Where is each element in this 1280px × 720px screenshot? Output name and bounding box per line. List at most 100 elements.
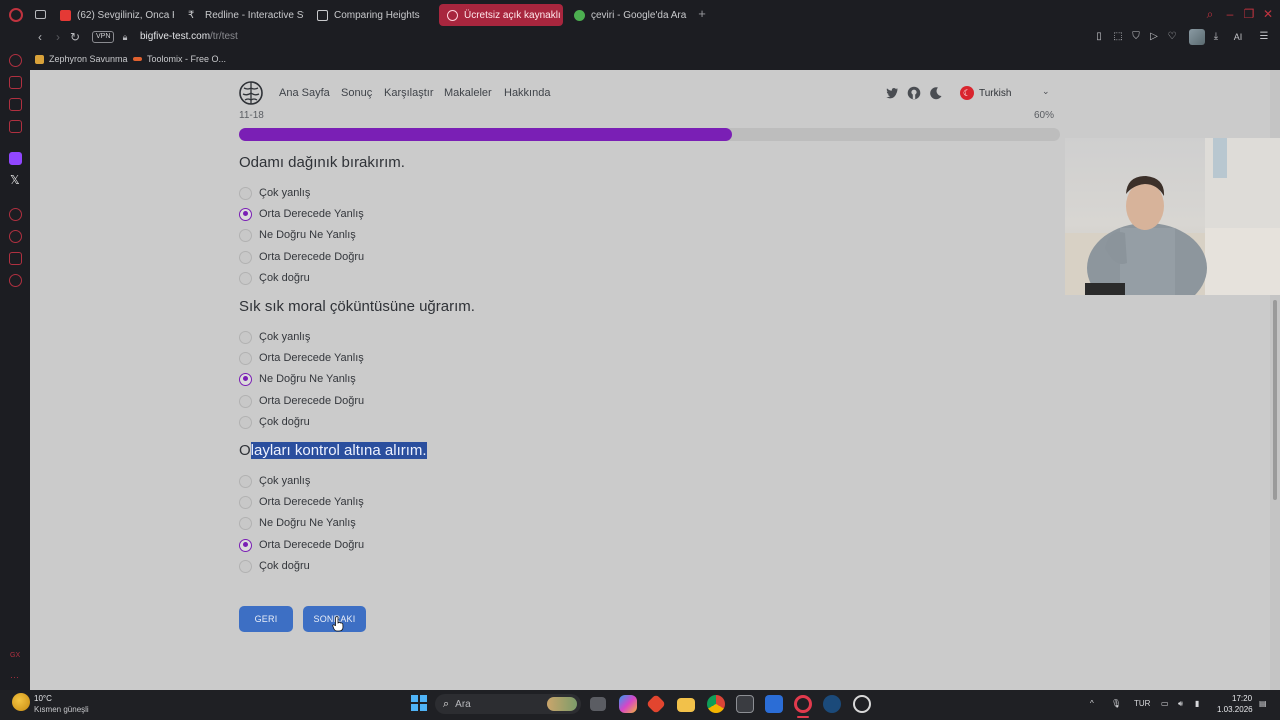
nav-articles[interactable]: Makaleler (444, 87, 492, 99)
messenger-icon[interactable] (9, 120, 22, 133)
q3-option-5[interactable]: Çok doğru (239, 558, 310, 574)
steam-icon[interactable] (823, 695, 841, 713)
task-view-icon[interactable] (590, 697, 606, 711)
chatgpt-icon[interactable] (853, 695, 871, 713)
opera-logo-icon[interactable] (9, 8, 23, 22)
q1-option-5[interactable]: Çok doğru (239, 270, 310, 286)
x-icon[interactable]: 𝕏 (10, 174, 20, 187)
bookmark-zephyron[interactable]: Zephyron Savunma (35, 54, 128, 64)
github-icon[interactable] (907, 86, 921, 100)
minimize-button[interactable]: – (1223, 7, 1237, 21)
radio-button[interactable] (239, 559, 252, 573)
nav-compare[interactable]: Karşılaştır (384, 87, 434, 99)
aria-ai-icon[interactable]: AI (1228, 31, 1248, 43)
radio-button[interactable] (239, 228, 252, 242)
nav-home[interactable]: Ana Sayfa (279, 87, 330, 99)
twitch-icon[interactable] (9, 152, 22, 165)
dark-mode-icon[interactable] (929, 86, 943, 100)
q2-option-5[interactable]: Çok doğru (239, 414, 310, 430)
q2-option-2[interactable]: Orta Derecede Yanlış (239, 350, 364, 366)
chevron-down-icon[interactable]: ⌄ (1042, 86, 1050, 97)
forward-icon[interactable]: › (51, 30, 65, 44)
back-icon[interactable]: ‹ (33, 30, 47, 44)
calculator-icon[interactable] (736, 695, 754, 713)
more-icon[interactable]: ··· (10, 672, 19, 682)
chrome-icon[interactable] (707, 695, 725, 713)
tab-overview-icon[interactable] (35, 10, 46, 19)
mail-icon[interactable] (765, 695, 783, 713)
radio-button[interactable] (239, 330, 252, 344)
q3-option-3[interactable]: Ne Doğru Ne Yanlış (239, 515, 356, 531)
maximize-button[interactable]: ❐ (1242, 7, 1256, 21)
radio-button[interactable] (239, 372, 252, 386)
input-language[interactable]: TUR (1134, 699, 1150, 708)
search-tabs-icon[interactable]: ⌕ (1203, 7, 1217, 21)
q2-option-1[interactable]: Çok yanlış (239, 329, 310, 345)
radio-button[interactable] (239, 538, 252, 552)
radio-button[interactable] (239, 250, 252, 264)
clock-time[interactable]: 17:20 (1232, 694, 1252, 703)
tab-bigfive[interactable]: Ücretsiz açık kaynaklı Beş (439, 4, 563, 26)
file-explorer-icon[interactable] (677, 698, 695, 712)
play-icon[interactable]: ▷ (1148, 31, 1160, 43)
tab-redline[interactable]: ₹ Redline - Interactive Strate (180, 4, 304, 26)
shield-icon[interactable]: ⛉ (1130, 31, 1142, 43)
tab-youtube[interactable]: (62) Sevgiliniz, Onca Kişi A (52, 4, 174, 26)
profile-avatar[interactable] (1189, 29, 1205, 45)
q2-option-4[interactable]: Orta Derecede Doğru (239, 393, 364, 409)
windows-start-icon[interactable] (411, 695, 427, 711)
weather-icon[interactable] (12, 693, 30, 711)
notification-icon[interactable]: ▤ (1259, 699, 1267, 708)
settings-icon[interactable] (9, 274, 22, 287)
weather-desc[interactable]: Kısmen güneşli (34, 705, 89, 714)
taskbar-search[interactable]: ⌕ Ara (435, 694, 581, 714)
history-icon[interactable] (9, 230, 22, 243)
url-field[interactable]: bigfive-test.com/tr/test (140, 31, 238, 42)
radio-button[interactable] (239, 516, 252, 530)
nav-result[interactable]: Sonuç (341, 87, 372, 99)
easy-setup-icon[interactable]: ☰ (1258, 31, 1270, 43)
player-icon[interactable] (9, 208, 22, 221)
bookmark-page-icon[interactable]: ▯ (1093, 31, 1105, 43)
microphone-icon[interactable]: 🎙︎ (1111, 699, 1121, 708)
aria-icon[interactable] (9, 76, 22, 89)
heart-icon[interactable]: ♡ (1166, 31, 1178, 43)
q1-option-3[interactable]: Ne Doğru Ne Yanlış (239, 227, 356, 243)
q1-option-2[interactable]: Orta Derecede Yanlış (239, 206, 364, 222)
tray-chevron-icon[interactable]: ^ (1090, 699, 1094, 708)
opera-gx-taskbar-icon[interactable] (794, 695, 812, 713)
q1-option-4[interactable]: Orta Derecede Doğru (239, 249, 364, 265)
tab-comparing-heights[interactable]: Comparing Heights (309, 4, 433, 26)
new-tab-button[interactable]: + (696, 7, 708, 20)
radio-button[interactable] (239, 271, 252, 285)
radio-button[interactable] (239, 495, 252, 509)
volume-icon[interactable]: 🔊︎ (1178, 699, 1183, 709)
speed-dial-icon[interactable] (9, 54, 22, 67)
back-button[interactable]: GERI (239, 606, 293, 632)
radio-button[interactable] (239, 351, 252, 365)
clock-date[interactable]: 1.03.2026 (1217, 705, 1253, 714)
download-icon[interactable]: ⤓ (1210, 31, 1222, 43)
radio-button[interactable] (239, 415, 252, 429)
q3-option-1[interactable]: Çok yanlış (239, 473, 310, 489)
q3-option-2[interactable]: Orta Derecede Yanlış (239, 494, 364, 510)
battery-icon[interactable]: ▮ (1195, 699, 1199, 708)
gx-label[interactable]: GX (10, 652, 20, 659)
bookmark-toolomix[interactable]: Toolomix - Free O... (133, 54, 226, 64)
weather-temp[interactable]: 10°C (34, 694, 52, 703)
network-icon[interactable]: ▭ (1161, 699, 1169, 708)
radio-button[interactable] (239, 474, 252, 488)
radio-button[interactable] (239, 394, 252, 408)
scrollbar-thumb[interactable] (1273, 300, 1277, 500)
radio-button[interactable] (239, 207, 252, 221)
discord-icon[interactable] (9, 98, 22, 111)
vpn-badge[interactable]: VPN (92, 31, 115, 43)
copilot-icon[interactable] (619, 695, 637, 713)
close-window-button[interactable]: ✕ (1261, 7, 1275, 21)
nav-about[interactable]: Hakkında (504, 87, 550, 99)
reload-icon[interactable]: ↻ (68, 30, 82, 44)
brain-logo-icon[interactable] (238, 80, 264, 106)
radio-button[interactable] (239, 186, 252, 200)
tab-google-search[interactable]: çeviri - Google'da Ara (566, 4, 690, 26)
q3-option-4[interactable]: Orta Derecede Doğru (239, 537, 364, 553)
